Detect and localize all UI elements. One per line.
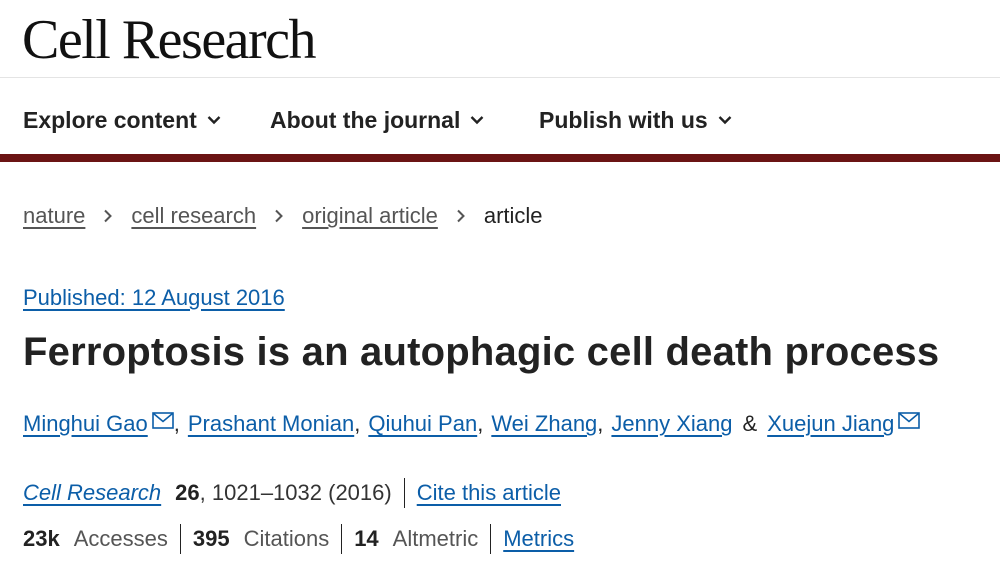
accesses-count: 23k <box>23 526 60 551</box>
altmetric-label: Altmetric <box>392 526 479 551</box>
breadcrumb-original-article[interactable]: original article <box>302 203 438 229</box>
metrics-link[interactable]: Metrics <box>503 526 574 552</box>
email-icon[interactable] <box>898 411 921 429</box>
author-link[interactable]: Wei Zhang <box>491 411 597 437</box>
accesses-label: Accesses <box>73 526 168 551</box>
metrics-bar: 23k Accesses 395 Citations 14 Altmetric … <box>23 524 574 554</box>
author-link[interactable]: Jenny Xiang <box>611 411 732 437</box>
divider <box>403 478 405 508</box>
nav-item-label: About the journal <box>270 106 461 133</box>
author-link[interactable]: Minghui Gao <box>23 411 148 437</box>
author-separator: , <box>597 411 604 436</box>
nav-explore-content[interactable]: Explore content <box>23 78 221 162</box>
site-header: Cell Research <box>0 0 1000 78</box>
nav-item-label: Publish with us <box>539 106 708 133</box>
journal-logo[interactable]: Cell Research <box>22 6 317 74</box>
citations-count: 395 <box>192 526 230 551</box>
chevron-right-icon <box>101 209 115 223</box>
breadcrumb-cell-research[interactable]: cell research <box>131 203 256 229</box>
citations-label: Citations <box>243 526 330 551</box>
chevron-right-icon <box>454 209 468 223</box>
journal-link[interactable]: Cell Research <box>23 480 161 506</box>
divider <box>341 524 343 554</box>
chevron-down-icon <box>470 113 484 127</box>
author-separator: , <box>173 411 180 436</box>
chevron-right-icon <box>272 209 286 223</box>
altmetric-count: 14 <box>354 526 379 551</box>
breadcrumb-current: article <box>483 203 543 228</box>
nav-about-journal[interactable]: About the journal <box>270 78 484 162</box>
chevron-down-icon <box>207 113 221 127</box>
main-nav: Explore content About the journal Publis… <box>0 78 1000 162</box>
divider <box>490 524 492 554</box>
article-title: Ferroptosis is an autophagic cell death … <box>23 330 940 374</box>
author-separator: , <box>477 411 484 436</box>
email-icon[interactable] <box>151 411 174 429</box>
breadcrumb: nature cell research original article ar… <box>23 199 543 233</box>
author-separator: , <box>354 411 361 436</box>
author-ampersand: & <box>742 411 758 436</box>
published-date-link[interactable]: Published: 12 August 2016 <box>23 285 285 311</box>
chevron-down-icon <box>718 113 732 127</box>
nav-publish-with-us[interactable]: Publish with us <box>539 78 732 162</box>
author-link[interactable]: Prashant Monian <box>188 411 354 437</box>
author-list: Minghui Gao , Prashant Monian , Qiuhui P… <box>23 411 921 437</box>
volume-number: 26 <box>175 480 200 505</box>
page-range: , 1021–1032 (2016) <box>199 480 392 505</box>
author-link[interactable]: Qiuhui Pan <box>368 411 477 437</box>
author-link[interactable]: Xuejun Jiang <box>767 411 894 437</box>
divider <box>179 524 181 554</box>
cite-this-article-link[interactable]: Cite this article <box>417 480 561 506</box>
citation-line: Cell Research 26 , 1021–1032 (2016) Cite… <box>23 478 561 508</box>
breadcrumb-nature[interactable]: nature <box>23 203 85 229</box>
nav-item-label: Explore content <box>23 106 197 133</box>
